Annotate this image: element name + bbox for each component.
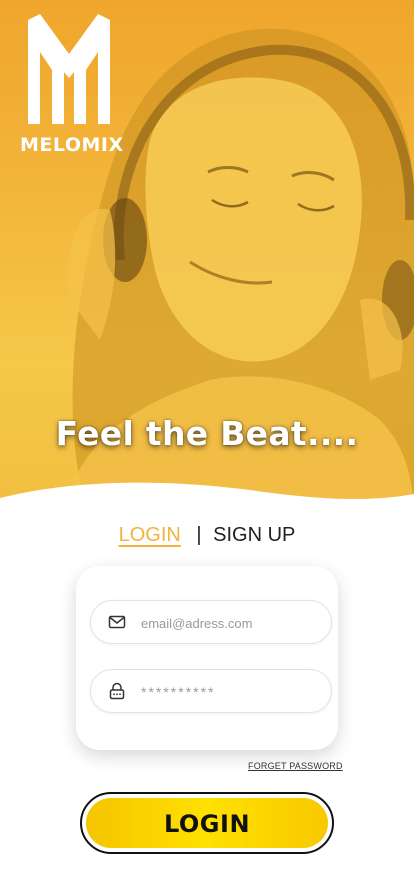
mail-icon <box>108 615 126 629</box>
tab-separator: | <box>196 524 202 546</box>
email-input[interactable] <box>139 601 323 645</box>
tab-sign-up[interactable]: SIGN UP <box>213 524 295 546</box>
password-field[interactable] <box>90 669 332 714</box>
tab-login[interactable]: LOGIN <box>119 524 181 546</box>
forgot-password-link[interactable]: FORGET PASSWORD <box>248 761 343 771</box>
login-card <box>76 566 338 750</box>
wave-divider <box>0 482 414 520</box>
auth-tabs: LOGIN | SIGN UP <box>0 524 414 547</box>
password-input[interactable] <box>139 670 323 714</box>
login-button[interactable]: LOGIN <box>80 792 334 854</box>
logo-mark-icon <box>28 14 110 124</box>
email-field[interactable] <box>90 600 332 645</box>
hero-tagline: Feel the Beat.... <box>55 414 359 453</box>
brand-name: MELOMIX <box>20 134 124 156</box>
lock-icon <box>109 682 125 700</box>
login-button-label: LOGIN <box>163 810 251 838</box>
hero-banner: MELOMIX Feel the Beat.... <box>0 0 414 520</box>
melomix-logo <box>22 14 122 154</box>
